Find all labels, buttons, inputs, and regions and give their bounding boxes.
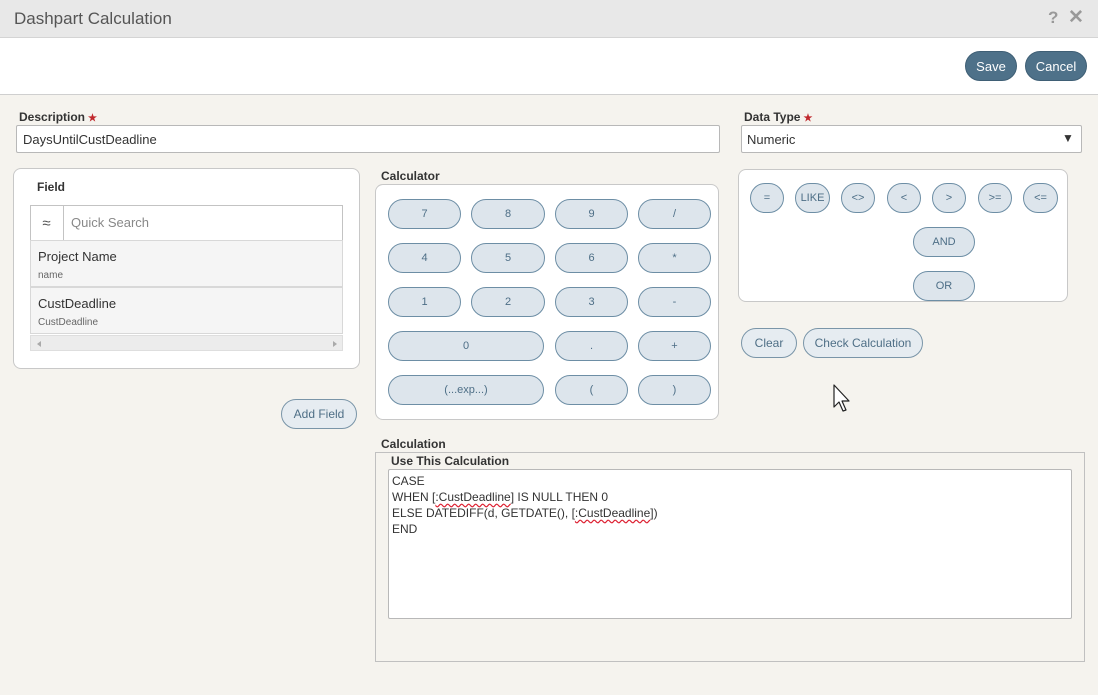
- code-text: ] IS NULL THEN 0: [510, 490, 609, 504]
- check-calculation-button[interactable]: Check Calculation: [803, 328, 923, 358]
- code-line: END: [392, 522, 418, 536]
- calc-key-minus[interactable]: -: [638, 287, 711, 317]
- calc-key-3[interactable]: 3: [555, 287, 628, 317]
- calc-key-5[interactable]: 5: [471, 243, 545, 273]
- mouse-cursor-icon: [833, 384, 850, 412]
- calc-key-close-paren[interactable]: ): [638, 375, 711, 405]
- operator-or[interactable]: OR: [913, 271, 975, 301]
- code-text: ELSE DATEDIFF(d, GETDATE(), [: [392, 506, 575, 520]
- calc-key-plus[interactable]: +: [638, 331, 711, 361]
- operator-less-equal[interactable]: <=: [1023, 183, 1058, 213]
- code-line: ELSE DATEDIFF(d, GETDATE(), [:CustDeadli…: [392, 505, 1068, 521]
- list-item-subtitle: name: [38, 270, 64, 281]
- calc-key-6[interactable]: 6: [555, 243, 628, 273]
- data-type-label-text: Data Type: [744, 110, 801, 124]
- calc-key-4[interactable]: 4: [388, 243, 461, 273]
- toolbar: [0, 38, 1098, 95]
- operator-equals[interactable]: =: [750, 183, 784, 213]
- scroll-arrows-icon: [37, 341, 337, 347]
- calc-key-expression[interactable]: (...exp...): [388, 375, 544, 405]
- calc-key-1[interactable]: 1: [388, 287, 461, 317]
- calc-key-divide[interactable]: /: [638, 199, 711, 229]
- description-label-text: Description: [19, 110, 86, 124]
- help-icon[interactable]: ?: [1048, 8, 1058, 28]
- field-panel-title: Field: [37, 180, 66, 194]
- list-item[interactable]: Project Name name: [30, 240, 343, 287]
- calculator-title: Calculator: [381, 169, 440, 183]
- operator-not-equal[interactable]: <>: [841, 183, 875, 213]
- calc-key-7[interactable]: 7: [388, 199, 461, 229]
- calc-key-0[interactable]: 0: [388, 331, 544, 361]
- operator-and[interactable]: AND: [913, 227, 975, 257]
- data-type-label: Data Type ★: [744, 110, 812, 124]
- code-field-ref: :CustDeadline: [574, 506, 651, 520]
- description-input[interactable]: DaysUntilCustDeadline: [16, 125, 720, 153]
- search-mode-icon[interactable]: ≈: [30, 205, 64, 241]
- code-text: WHEN [: [392, 490, 436, 504]
- add-field-button[interactable]: Add Field: [281, 399, 357, 429]
- calc-key-decimal[interactable]: .: [555, 331, 628, 361]
- data-type-select[interactable]: Numeric: [741, 125, 1082, 153]
- required-icon: ★: [88, 113, 97, 124]
- close-icon[interactable]: ✕: [1068, 6, 1084, 29]
- calc-key-2[interactable]: 2: [471, 287, 545, 317]
- required-icon: ★: [803, 113, 813, 124]
- chevron-down-icon[interactable]: ▼: [1062, 131, 1074, 145]
- clear-button[interactable]: Clear: [741, 328, 797, 358]
- operator-greater-than[interactable]: >: [932, 183, 966, 213]
- horizontal-scrollbar[interactable]: [30, 335, 343, 351]
- data-type-value: Numeric: [747, 131, 796, 147]
- calculation-textarea[interactable]: CASE WHEN [:CustDeadline] IS NULL THEN 0E…: [388, 469, 1072, 619]
- calculation-title: Calculation: [381, 437, 446, 451]
- code-line: CASE: [392, 474, 425, 488]
- list-item-title: CustDeadline: [38, 296, 117, 311]
- operator-greater-equal[interactable]: >=: [978, 183, 1012, 213]
- cancel-button[interactable]: Cancel: [1025, 51, 1087, 81]
- operator-like[interactable]: LIKE: [795, 183, 830, 213]
- calc-key-8[interactable]: 8: [471, 199, 545, 229]
- description-label: Description ★: [19, 110, 97, 124]
- calc-key-9[interactable]: 9: [555, 199, 628, 229]
- code-field-ref: :CustDeadline: [435, 490, 511, 504]
- calculation-subtitle: Use This Calculation: [391, 454, 510, 468]
- save-button[interactable]: Save: [965, 51, 1017, 81]
- list-item-subtitle: CustDeadline: [38, 317, 99, 328]
- calc-key-open-paren[interactable]: (: [555, 375, 628, 405]
- list-item-title: Project Name: [38, 249, 117, 264]
- list-item[interactable]: CustDeadline CustDeadline: [30, 287, 343, 334]
- search-input[interactable]: Quick Search: [71, 215, 149, 230]
- code-line: WHEN [:CustDeadline] IS NULL THEN 0: [392, 489, 1068, 505]
- code-text: ]): [650, 506, 658, 520]
- operator-less-than[interactable]: <: [887, 183, 921, 213]
- dialog-title: Dashpart Calculation: [14, 9, 172, 28]
- calc-key-multiply[interactable]: *: [638, 243, 711, 273]
